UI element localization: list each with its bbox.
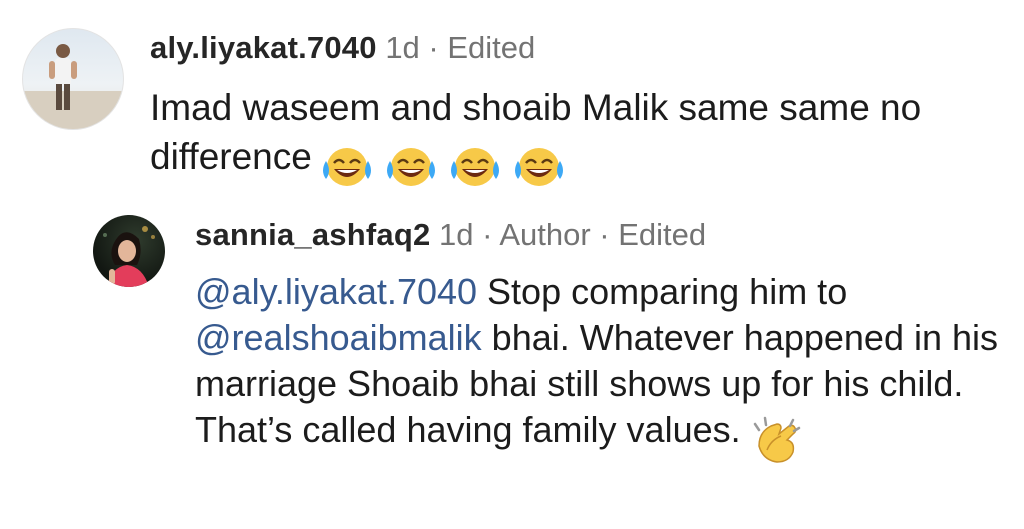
emoji-group	[320, 140, 576, 189]
face-with-tears-of-joy-icon	[450, 148, 499, 187]
avatar-photo-icon	[23, 44, 123, 129]
mention-link-realshoaibmalik[interactable]: @realshoaibmalik	[195, 317, 482, 358]
avatar[interactable]	[93, 215, 165, 287]
face-with-tears-of-joy-icon	[322, 148, 371, 187]
avatar-photo-icon	[103, 226, 155, 287]
comment-text: @aly.liyakat.7040 Stop comparing him to …	[195, 269, 1010, 464]
comment-meta: aly.liyakat.7040 1d · Edited	[150, 28, 1010, 68]
comment-body-text: Stop comparing him to	[477, 271, 848, 312]
mention-link-aly-liyakat[interactable]: @aly.liyakat.7040	[195, 271, 477, 312]
comment-time-status: 1d · Edited	[376, 30, 536, 65]
comment-time-status: 1d · Author · Edited	[430, 217, 707, 252]
face-with-tears-of-joy-icon	[386, 148, 435, 187]
username-link[interactable]: aly.liyakat.7040	[150, 30, 377, 65]
comment-meta: sannia_ashfaq2 1d · Author · Edited	[195, 215, 1010, 255]
username-link[interactable]: sannia_ashfaq2	[195, 217, 430, 252]
avatar[interactable]	[22, 28, 124, 130]
face-with-tears-of-joy-icon	[514, 148, 563, 187]
comment-text: Imad waseem and shoaib Malik same same n…	[150, 83, 1010, 189]
emoji-group	[749, 415, 813, 464]
clapping-hands-icon	[753, 417, 800, 464]
